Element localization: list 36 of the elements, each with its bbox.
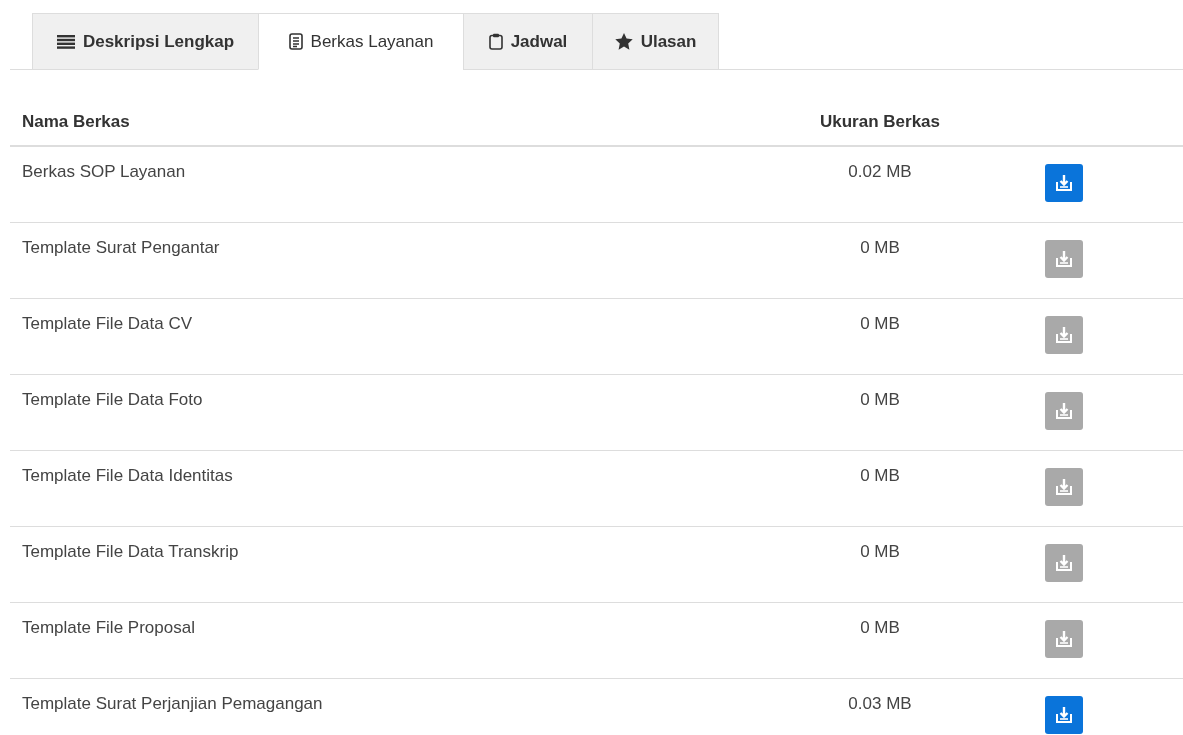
file-size: 0 MB xyxy=(860,617,900,637)
download-button[interactable] xyxy=(1045,695,1083,734)
tab[interactable]: Berkas Layanan xyxy=(258,13,463,70)
file-size: 0 MB xyxy=(860,237,900,257)
star-icon xyxy=(614,33,633,50)
column-header: Nama Berkas xyxy=(10,70,760,146)
download-icon xyxy=(1055,325,1073,344)
download-icon xyxy=(1055,705,1073,724)
file-size: 0 MB xyxy=(860,313,900,333)
file-size: 0.03 MB xyxy=(848,693,912,713)
file-name: Template Surat Perjanjian Pemagangan xyxy=(22,693,323,713)
clipboard-icon xyxy=(488,33,503,50)
file-size: 0 MB xyxy=(860,541,900,561)
download-button[interactable] xyxy=(1045,164,1083,202)
file-size: 0.02 MB xyxy=(848,162,912,181)
download-icon xyxy=(1055,553,1073,572)
file-name: Template File Data Identitas xyxy=(22,465,233,485)
file-name: Template File Data CV xyxy=(22,313,193,333)
document-icon xyxy=(288,33,303,50)
file-name: Template Surat Pengantar xyxy=(22,237,220,257)
list-icon xyxy=(56,34,75,49)
file-name: Berkas SOP Layanan xyxy=(22,162,186,181)
column-header: Ukuran Berkas xyxy=(760,70,1000,146)
tab[interactable]: Deskripsi Lengkap xyxy=(32,13,258,70)
file-name: Template File Data Transkrip xyxy=(22,541,239,561)
download-icon xyxy=(1055,249,1073,268)
download-icon xyxy=(1055,477,1073,496)
file-size: 0 MB xyxy=(860,465,900,485)
tab[interactable]: Ulasan xyxy=(592,13,719,70)
download-icon xyxy=(1055,629,1073,648)
tab[interactable]: Jadwal xyxy=(463,13,592,70)
file-name: Template File Data Foto xyxy=(22,389,203,409)
download-icon xyxy=(1055,401,1073,420)
file-size: 0 MB xyxy=(860,389,900,409)
file-name: Template File Proposal xyxy=(22,617,195,637)
download-icon xyxy=(1055,174,1073,192)
